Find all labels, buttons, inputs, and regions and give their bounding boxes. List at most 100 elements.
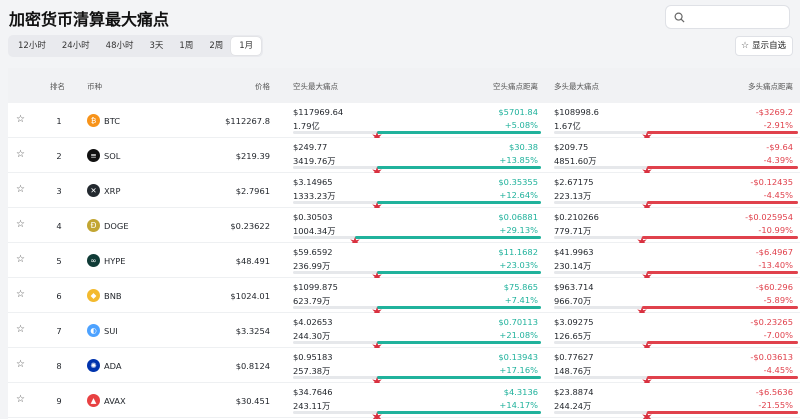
show-watchlist-button[interactable]: ☆ 显示自选: [735, 36, 793, 56]
short-distance-bar: [293, 201, 541, 212]
short-pain-distance: $11.1682: [498, 247, 538, 257]
liquidation-burst-icon: [641, 372, 652, 387]
long-distance-bar: [554, 306, 798, 317]
coin-symbol[interactable]: BNB: [104, 291, 122, 301]
coin-symbol[interactable]: SOL: [104, 151, 120, 161]
rank: 3: [56, 186, 62, 196]
coin-symbol[interactable]: SUI: [104, 326, 118, 336]
long-distance-bar-fill: [646, 411, 798, 414]
tab-0[interactable]: 12小时: [10, 37, 54, 55]
coin-symbol[interactable]: BTC: [104, 116, 120, 126]
sol-icon: ≡: [87, 149, 100, 162]
favorite-star-icon[interactable]: ☆: [16, 359, 25, 370]
short-pain-percent: +7.41%: [504, 295, 538, 305]
long-pain-price: $23.8874: [554, 387, 594, 397]
coin-price: $3.3254: [235, 326, 270, 336]
tab-4[interactable]: 1周: [171, 37, 201, 55]
short-pain-distance: $30.38: [508, 142, 538, 152]
favorite-star-icon[interactable]: ☆: [16, 184, 25, 195]
rank: 2: [56, 151, 62, 161]
long-pain-price: $2.67175: [554, 177, 594, 187]
short-pain-price: $249.77: [293, 142, 328, 152]
long-distance-bar: [554, 341, 798, 352]
coin-price: $48.491: [235, 256, 270, 266]
short-pain-percent: +23.03%: [499, 260, 538, 270]
short-pain-distance: $4.3136: [503, 387, 538, 397]
long-distance-bar: [554, 376, 798, 387]
long-pain-distance: -$0.23265: [750, 317, 793, 327]
table-row[interactable]: ☆ 1 ₿ BTC $112267.8 $117969.64 1.79亿 $5701.84 +5…: [8, 103, 800, 142]
table-row[interactable]: ☆ 2 ≡ SOL $219.39 $249.77 3419.76万 $30.38 +13.85…: [8, 138, 800, 177]
favorite-star-icon[interactable]: ☆: [16, 149, 25, 160]
short-distance-bar: [293, 306, 541, 317]
table-row[interactable]: ☆ 3 ✕ XRP $2.7961 $3.14965 1333.23万 $0.35355 +12…: [8, 173, 800, 212]
long-pain-distance: -$0.03613: [750, 352, 793, 362]
btc-icon: ₿: [87, 114, 100, 127]
long-pain-distance: -$0.12435: [750, 177, 793, 187]
tab-6[interactable]: 1月: [231, 37, 262, 55]
col-long-pain: 多头最大痛点: [554, 82, 599, 91]
table-row[interactable]: ☆ 5 ∞ HYPE $48.491 $59.6592 236.99万 $11.1682 +23…: [8, 243, 800, 282]
short-pain-price: $0.30503: [293, 212, 333, 222]
star-outline-icon: ☆: [741, 41, 750, 51]
short-distance-bar-fill: [377, 411, 541, 414]
short-pain-distance: $0.70113: [498, 317, 538, 327]
liquidation-burst-icon: [641, 407, 652, 419]
short-pain-price: $59.6592: [293, 247, 333, 257]
short-pain-percent: +29.13%: [499, 225, 538, 235]
rank: 7: [56, 326, 62, 336]
table-row[interactable]: ☆ 7 ◐ SUI $3.3254 $4.02653 244.30万 $0.70113 +21.…: [8, 313, 800, 352]
favorite-star-icon[interactable]: ☆: [16, 394, 25, 405]
favorite-star-icon[interactable]: ☆: [16, 114, 25, 125]
favorite-star-icon[interactable]: ☆: [16, 324, 25, 335]
page-title: 加密货币清算最大痛点: [9, 10, 170, 29]
favorite-star-icon[interactable]: ☆: [16, 289, 25, 300]
long-distance-bar-fill: [646, 131, 798, 134]
long-pain-price: $209.75: [554, 142, 589, 152]
long-distance-bar: [554, 236, 798, 247]
short-pain-price: $1099.875: [293, 282, 338, 292]
coin-price: $112267.8: [225, 116, 270, 126]
liquidation-burst-icon: [372, 407, 383, 419]
long-distance-bar: [554, 131, 798, 142]
short-pain-percent: +17.16%: [499, 365, 538, 375]
tab-3[interactable]: 3天: [141, 37, 171, 55]
favorite-star-icon[interactable]: ☆: [16, 219, 25, 230]
liquidation-burst-icon: [637, 232, 647, 247]
short-distance-bar: [293, 166, 541, 177]
tab-1[interactable]: 24小时: [54, 37, 98, 55]
long-pain-percent: -4.45%: [763, 190, 793, 200]
col-rank: 排名: [50, 82, 65, 91]
tab-5[interactable]: 2周: [201, 37, 231, 55]
short-pain-percent: +12.64%: [499, 190, 538, 200]
doge-icon: Ð: [87, 219, 100, 232]
table-row[interactable]: ☆ 9 ▲ AVAX $30.451 $34.7646 243.11万 $4.3136 +14.…: [8, 383, 800, 419]
short-distance-bar-fill: [377, 201, 541, 204]
table-row[interactable]: ☆ 4 Ð DOGE $0.23622 $0.30503 1004.34万 $0.06881 +…: [8, 208, 800, 247]
long-pain-price: $3.09275: [554, 317, 594, 327]
coin-symbol[interactable]: ADA: [104, 361, 122, 371]
short-distance-bar: [293, 131, 541, 142]
coin-symbol[interactable]: DOGE: [104, 221, 129, 231]
liquidation-burst-icon: [372, 197, 383, 212]
short-pain-distance: $0.06881: [498, 212, 538, 222]
coin-price: $219.39: [235, 151, 270, 161]
liquidation-burst-icon: [372, 127, 383, 142]
short-distance-bar-fill: [377, 131, 541, 134]
tab-2[interactable]: 48小时: [98, 37, 142, 55]
coin-symbol[interactable]: XRP: [104, 186, 120, 196]
long-pain-percent: -21.55%: [758, 400, 793, 410]
long-pain-distance: -$6.5636: [755, 387, 793, 397]
long-distance-bar-fill: [646, 376, 798, 379]
coin-symbol[interactable]: HYPE: [104, 256, 126, 266]
short-distance-bar-fill: [377, 166, 541, 169]
coin-symbol[interactable]: AVAX: [104, 396, 126, 406]
long-pain-distance: -$0.025954: [745, 212, 793, 222]
long-pain-price: $0.77627: [554, 352, 594, 362]
table-header: 排名 币种 价格 空头最大痛点 空头痛点距离 多头最大痛点 多头痛点距离: [8, 68, 800, 103]
search-input[interactable]: [665, 5, 790, 29]
table-row[interactable]: ☆ 8 ✺ ADA $0.8124 $0.95183 257.38万 $0.13943 +17.…: [8, 348, 800, 387]
table-row[interactable]: ☆ 6 ◆ BNB $1024.01 $1099.875 623.79万 $75.865 +7.…: [8, 278, 800, 317]
short-pain-distance: $0.35355: [498, 177, 538, 187]
favorite-star-icon[interactable]: ☆: [16, 254, 25, 265]
